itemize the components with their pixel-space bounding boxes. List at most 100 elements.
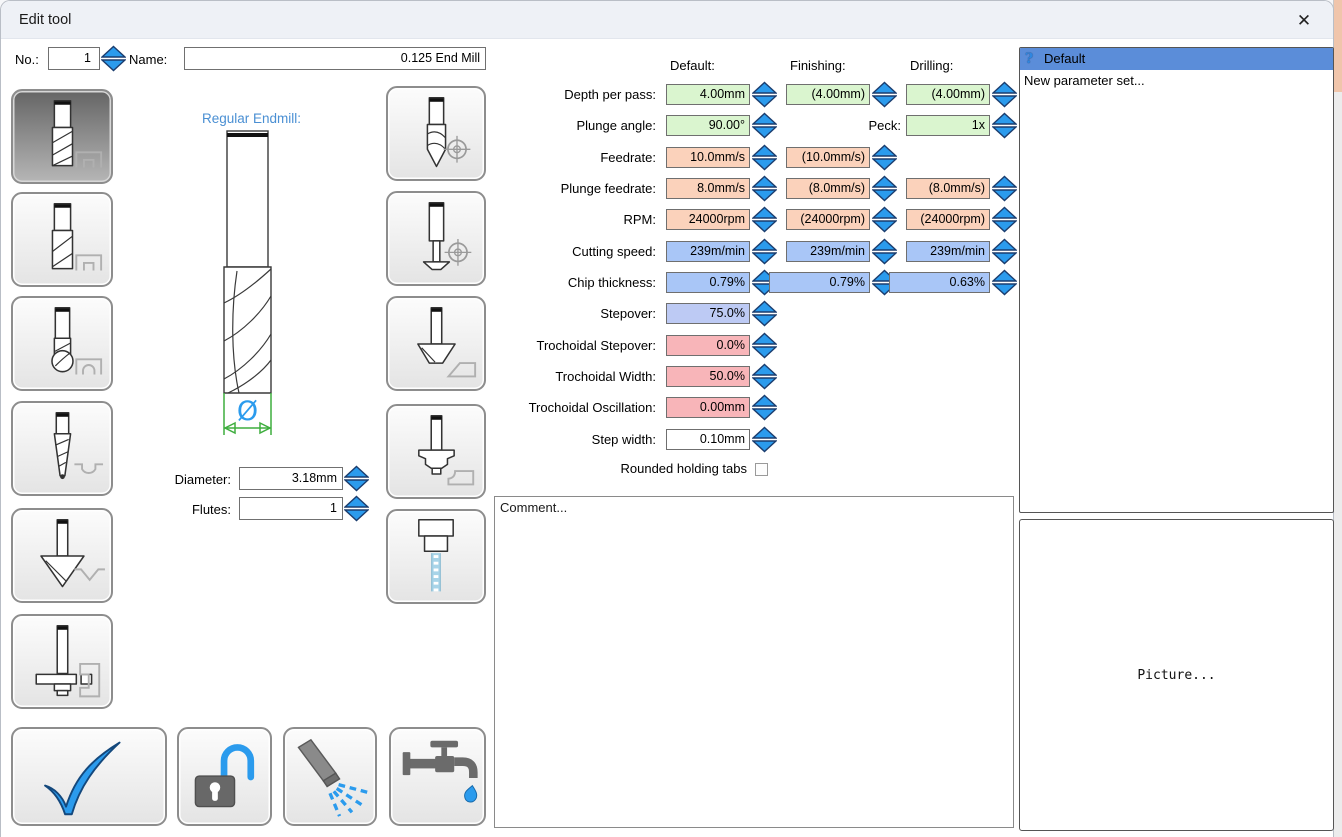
column-header-default: Default: — [666, 58, 750, 73]
parameter-set-list: ? Default New parameter set... — [1019, 47, 1334, 513]
tool-type-chamfer-bit-button[interactable] — [386, 296, 486, 391]
tool-type-t-slot-cutter-button[interactable] — [11, 614, 113, 709]
param-field-depth-per-pass-col1[interactable]: (4.00mm) — [786, 84, 870, 105]
close-icon[interactable]: ✕ — [1291, 8, 1317, 34]
param-field-rpm-col2[interactable]: (24000rpm) — [906, 209, 990, 230]
tool-type-tapered-engraving-bit-button[interactable] — [11, 401, 113, 496]
cutting-speed-col2-spinner[interactable] — [992, 238, 1017, 265]
plunge-angle-col2-spinner[interactable] — [992, 112, 1017, 139]
confirm-button[interactable] — [11, 727, 167, 826]
feedrate-col0-spinner[interactable] — [752, 144, 777, 171]
param-field-trochoidal-width-col0[interactable]: 50.0% — [666, 366, 750, 387]
plunge-angle-col0-spinner[interactable] — [752, 112, 777, 139]
param-label-plunge-feedrate: Plunge feedrate: — [501, 178, 656, 200]
comment-input[interactable] — [494, 496, 1014, 828]
flutes-input[interactable]: 1 — [239, 497, 343, 520]
step-width-col0-spinner[interactable] — [752, 426, 777, 453]
param-row-trochoidal-width: Trochoidal Width:50.0% — [501, 366, 1021, 390]
tool-number-spinner[interactable] — [101, 45, 126, 72]
tool-number-spinner[interactable] — [101, 45, 126, 72]
flutes-spinner[interactable] — [344, 495, 369, 522]
edit-tool-dialog: Edit tool ✕ No.: 1 Name: 0.125 End Mill … — [0, 0, 1334, 837]
param-field-plunge-angle-col0[interactable]: 90.00° — [666, 115, 750, 136]
title-bar: Edit tool ✕ — [1, 1, 1333, 39]
param-field-chip-thickness-col2[interactable]: 0.63% — [889, 272, 990, 293]
diameter-spinner[interactable] — [344, 465, 369, 492]
flutes-spinner[interactable] — [344, 495, 369, 522]
rounded-holding-tabs-checkbox[interactable] — [755, 463, 768, 476]
tool-type-countersink-drill-button[interactable] — [386, 191, 486, 286]
param-label-plunge-angle: Plunge angle: — [501, 115, 656, 137]
parameter-set-label: Default — [1044, 51, 1085, 66]
param-field-feedrate-col0[interactable]: 10.0mm/s — [666, 147, 750, 168]
trochoidal-stepover-col0-spinner[interactable] — [752, 332, 777, 359]
depth-per-pass-col2-spinner[interactable] — [992, 81, 1017, 108]
plunge-feedrate-col2-spinner[interactable] — [992, 175, 1017, 202]
air-blast-icon — [287, 735, 373, 819]
param-field-plunge-feedrate-col1[interactable]: (8.0mm/s) — [786, 178, 870, 199]
tool-type-drill-bit-button[interactable] — [386, 86, 486, 181]
rpm-col0-spinner[interactable] — [752, 206, 777, 233]
parameter-set-item-new-parameter-set[interactable]: New parameter set... — [1020, 70, 1333, 92]
param-field-step-width-col0[interactable]: 0.10mm — [666, 429, 750, 450]
param-row-trochoidal-oscillation: Trochoidal Oscillation:0.00mm — [501, 397, 1021, 421]
tool-name-input[interactable]: 0.125 End Mill — [184, 47, 486, 70]
param-field-stepover-col0[interactable]: 75.0% — [666, 303, 750, 324]
chip-thickness-col2-spinner[interactable] — [992, 269, 1017, 296]
param-row-cutting-speed: Cutting speed:239m/min239m/min239m/min — [501, 241, 1021, 265]
param-field-rpm-col0[interactable]: 24000rpm — [666, 209, 750, 230]
param-field-cutting-speed-col0[interactable]: 239m/min — [666, 241, 750, 262]
diameter-input[interactable]: 3.18mm — [239, 467, 343, 490]
parameter-set-item-default[interactable]: ? Default — [1020, 48, 1333, 70]
coolant-button[interactable] — [389, 727, 486, 826]
param-field-plunge-feedrate-col0[interactable]: 8.0mm/s — [666, 178, 750, 199]
param-field-plunge-angle-col2[interactable]: 1x — [906, 115, 990, 136]
tool-type-endmill-single-flute-button[interactable] — [11, 192, 113, 287]
tool-type-endmill-upcut-button[interactable] — [11, 89, 113, 184]
tool-type-ballnose-endmill-button[interactable] — [11, 296, 113, 391]
picture-panel[interactable]: Picture... — [1019, 519, 1334, 831]
depth-per-pass-col0-spinner[interactable] — [752, 81, 777, 108]
param-field-trochoidal-stepover-col0[interactable]: 0.0% — [666, 335, 750, 356]
param-field-plunge-feedrate-col2[interactable]: (8.0mm/s) — [906, 178, 990, 199]
param-field-chip-thickness-col0[interactable]: 0.79% — [666, 272, 750, 293]
t-slot-cutter-icon — [19, 620, 105, 704]
param-field-depth-per-pass-col0[interactable]: 4.00mm — [666, 84, 750, 105]
depth-per-pass-col1-spinner[interactable] — [872, 81, 897, 108]
tool-type-laser-head-button[interactable] — [386, 509, 486, 604]
rpm-col1-spinner[interactable] — [872, 206, 897, 233]
diameter-spinner[interactable] — [344, 465, 369, 492]
param-field-feedrate-col1[interactable]: (10.0mm/s) — [786, 147, 870, 168]
tool-number-input[interactable]: 1 — [48, 47, 100, 70]
param-row-feedrate: Feedrate:10.0mm/s(10.0mm/s) — [501, 147, 1021, 171]
param-field-rpm-col1[interactable]: (24000rpm) — [786, 209, 870, 230]
stepover-col0-spinner[interactable] — [752, 300, 777, 327]
param-row-rpm: RPM:24000rpm(24000rpm)(24000rpm) — [501, 209, 1021, 233]
trochoidal-oscillation-col0-spinner[interactable] — [752, 394, 777, 421]
tool-diagram: Ø — [191, 125, 306, 447]
flutes-label: Flutes: — [151, 502, 231, 517]
cutting-speed-col1-spinner[interactable] — [872, 238, 897, 265]
feedrate-col1-spinner[interactable] — [872, 144, 897, 171]
trochoidal-width-col0-spinner[interactable] — [752, 363, 777, 390]
air-blast-button[interactable] — [283, 727, 377, 826]
cutting-speed-col0-spinner[interactable] — [752, 238, 777, 265]
param-field-depth-per-pass-col2[interactable]: (4.00mm) — [906, 84, 990, 105]
plunge-feedrate-col0-spinner[interactable] — [752, 175, 777, 202]
background-edge — [1333, 0, 1342, 837]
param-row-plunge-angle: Plunge angle: Peck: 90.00° 1x — [501, 115, 1021, 139]
rpm-col2-spinner[interactable] — [992, 206, 1017, 233]
tool-type-v-bit-button[interactable] — [11, 508, 113, 603]
param-field-chip-thickness-col1[interactable]: 0.79% — [769, 272, 870, 293]
checkmark-icon — [29, 734, 149, 820]
question-mark-icon: ? — [1025, 48, 1033, 70]
plunge-feedrate-col1-spinner[interactable] — [872, 175, 897, 202]
param-label-depth-per-pass: Depth per pass: — [501, 84, 656, 106]
laser-head-icon — [393, 515, 479, 599]
param-field-cutting-speed-col1[interactable]: 239m/min — [786, 241, 870, 262]
param-label-peck: Peck: — [801, 115, 901, 137]
param-field-cutting-speed-col2[interactable]: 239m/min — [906, 241, 990, 262]
param-field-trochoidal-oscillation-col0[interactable]: 0.00mm — [666, 397, 750, 418]
lock-tool-button[interactable] — [177, 727, 272, 826]
tool-type-profile-router-bit-button[interactable] — [386, 404, 486, 499]
